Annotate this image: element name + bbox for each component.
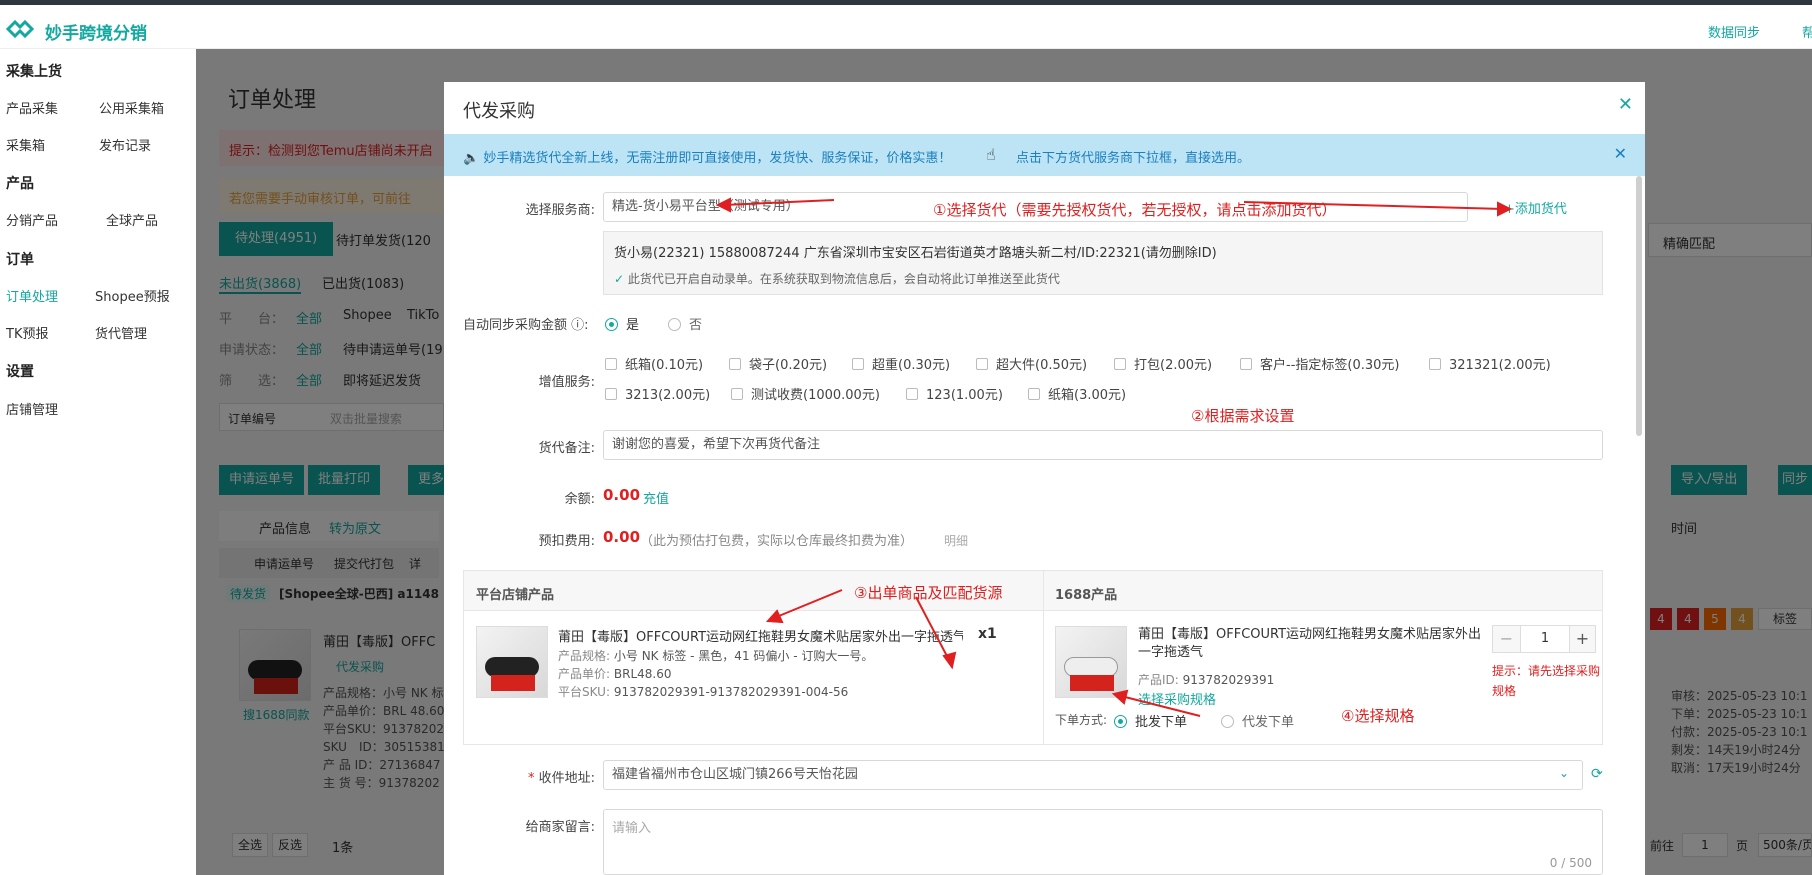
annotation-2: ②根据需求设置 (1191, 407, 1295, 425)
brand-name: 妙手跨境分销 (45, 24, 147, 44)
annotation-1: ①选择货代（需要先授权货代，若无授权，请点击添加货代） (933, 201, 1337, 219)
sidebar-item-product-collect[interactable]: 产品采集 (6, 98, 58, 117)
sidebar-section-product: 产品 (6, 176, 34, 192)
sidebar-item-global-products[interactable]: 全球产品 (106, 210, 158, 229)
sidebar-item-store-management[interactable]: 店铺管理 (6, 399, 58, 418)
sidebar-item-shopee-forecast[interactable]: Shopee预报 (95, 286, 170, 305)
annotation-3: ③出单商品及匹配货源 (854, 584, 1003, 602)
sidebar-item-tk-forecast[interactable]: TK预报 (6, 323, 48, 342)
data-sync-link[interactable]: 数据同步 (1708, 22, 1760, 41)
sidebar-item-public-collect-box[interactable]: 公用采集箱 (99, 98, 164, 117)
sidebar-section-order: 订单 (6, 252, 34, 268)
app-header: 妙手跨境分销 数据同步 帮 (0, 5, 1812, 49)
sidebar-item-distribution-products[interactable]: 分销产品 (6, 210, 58, 229)
sidebar-section-settings: 设置 (6, 364, 34, 380)
sidebar-section-collect: 采集上货 (6, 64, 62, 80)
sidebar: 采集上货 产品采集 公用采集箱 采集箱 发布记录 产品 分销产品 全球产品 订单… (0, 49, 196, 875)
help-link[interactable]: 帮 (1802, 22, 1812, 41)
sidebar-item-forwarder-management[interactable]: 货代管理 (95, 323, 147, 342)
logo-icon (6, 19, 34, 39)
annotation-4: ④选择规格 (1341, 707, 1415, 725)
sidebar-item-publish-log[interactable]: 发布记录 (99, 135, 151, 154)
sidebar-item-order-processing[interactable]: 订单处理 (6, 286, 58, 305)
sidebar-item-collect-box[interactable]: 采集箱 (6, 135, 45, 154)
proxy-purchase-modal: 代发采购 ✕ 🔈 妙手精选货代全新上线，无需注册即可直接使用，发货快、服务保证，… (444, 82, 1645, 875)
